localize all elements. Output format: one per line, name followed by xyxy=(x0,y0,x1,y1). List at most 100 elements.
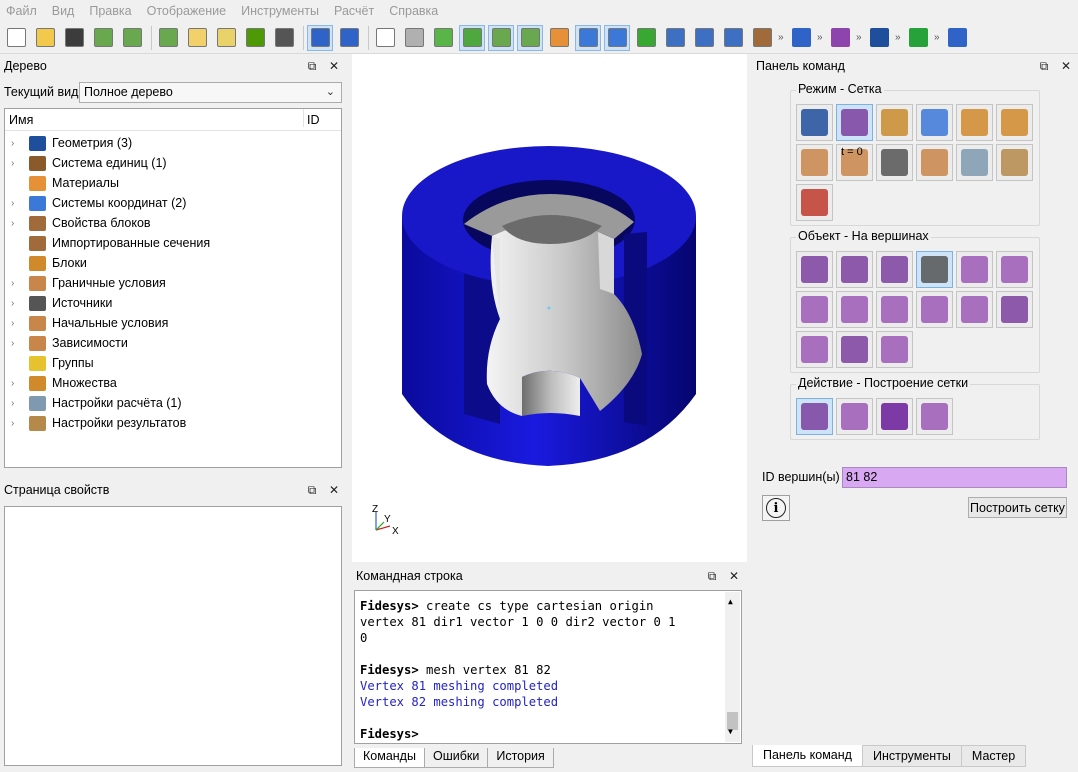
command-button[interactable] xyxy=(836,331,873,368)
float-panel-icon[interactable]: ⧉ xyxy=(304,58,320,74)
toolbar-overflow-icon[interactable]: » xyxy=(934,32,944,43)
column-name-header[interactable]: Имя xyxy=(9,113,33,127)
command-button[interactable] xyxy=(876,331,913,368)
toolbar-button[interactable] xyxy=(866,25,892,51)
toolbar-button[interactable] xyxy=(307,24,333,51)
expand-chevron-icon[interactable]: › xyxy=(11,398,21,409)
expand-chevron-icon[interactable]: › xyxy=(11,198,21,209)
build-mesh-button[interactable]: Построить сетку xyxy=(968,497,1067,518)
tree-item[interactable]: › Граничные условия xyxy=(5,273,341,293)
tree-item[interactable]: › Система единиц (1) xyxy=(5,153,341,173)
tree-item[interactable]: › Настройки результатов xyxy=(5,413,341,433)
scroll-down-icon[interactable]: ▼ xyxy=(728,724,733,740)
console-tab[interactable]: Команды xyxy=(354,748,425,768)
toolbar-button[interactable] xyxy=(372,25,398,51)
toolbar-button[interactable] xyxy=(604,24,630,51)
expand-chevron-icon[interactable]: › xyxy=(11,378,21,389)
command-button[interactable]: t = 0 xyxy=(836,144,873,181)
tree-item[interactable]: Материалы xyxy=(5,173,341,193)
toolbar-button[interactable] xyxy=(633,25,659,51)
toolbar-button[interactable] xyxy=(184,25,210,51)
expand-chevron-icon[interactable]: › xyxy=(11,318,21,329)
toolbar-button[interactable] xyxy=(691,25,717,51)
toolbar-button[interactable] xyxy=(336,25,362,51)
command-console[interactable]: Fidesys> create cs type cartesian origin… xyxy=(354,590,742,744)
expand-chevron-icon[interactable]: › xyxy=(11,418,21,429)
close-panel-icon[interactable]: ✕ xyxy=(326,58,342,74)
command-button[interactable] xyxy=(996,291,1033,328)
toolbar-button[interactable] xyxy=(459,24,485,51)
command-button[interactable] xyxy=(916,104,953,141)
command-button[interactable] xyxy=(916,144,953,181)
tree-item[interactable]: › Источники xyxy=(5,293,341,313)
view-select[interactable]: Полное дерево ⌄ xyxy=(79,82,342,103)
toolbar-button[interactable] xyxy=(944,25,970,51)
toolbar-overflow-icon[interactable]: » xyxy=(856,32,866,43)
tree-item[interactable]: › Свойства блоков xyxy=(5,213,341,233)
toolbar-button[interactable] xyxy=(517,24,543,51)
tree-item[interactable]: › Настройки расчёта (1) xyxy=(5,393,341,413)
command-button[interactable] xyxy=(876,291,913,328)
toolbar-button[interactable] xyxy=(90,25,116,51)
command-button[interactable] xyxy=(996,104,1033,141)
tree-item[interactable]: › Зависимости xyxy=(5,333,341,353)
command-button[interactable] xyxy=(996,251,1033,288)
command-button[interactable] xyxy=(796,144,833,181)
command-button[interactable] xyxy=(916,398,953,435)
tree-item[interactable]: Импортированные сечения xyxy=(5,233,341,253)
command-button[interactable] xyxy=(876,251,913,288)
menu-item[interactable]: Правка xyxy=(89,4,131,18)
toolbar-button[interactable] xyxy=(662,25,688,51)
menu-item[interactable]: Инструменты xyxy=(241,4,319,18)
command-button[interactable] xyxy=(956,104,993,141)
toolbar-button[interactable] xyxy=(430,25,456,51)
float-panel-icon[interactable]: ⧉ xyxy=(704,568,720,584)
toolbar-button[interactable] xyxy=(32,25,58,51)
menu-item[interactable]: Справка xyxy=(389,4,438,18)
panel-tab[interactable]: Инструменты xyxy=(861,745,962,767)
command-button[interactable] xyxy=(796,104,833,141)
menu-item[interactable]: Отображение xyxy=(147,4,226,18)
toolbar-button[interactable] xyxy=(155,25,181,51)
command-button[interactable] xyxy=(796,184,833,221)
toolbar-button[interactable] xyxy=(720,25,746,51)
console-tab[interactable]: Ошибки xyxy=(423,748,489,768)
expand-chevron-icon[interactable]: › xyxy=(11,298,21,309)
toolbar-overflow-icon[interactable]: » xyxy=(895,32,905,43)
console-tab[interactable]: История xyxy=(487,748,554,768)
3d-viewport[interactable]: Z Y X xyxy=(352,54,747,562)
command-button[interactable] xyxy=(916,291,953,328)
toolbar-button[interactable] xyxy=(575,24,601,51)
command-button[interactable] xyxy=(996,144,1033,181)
tree-item[interactable]: Группы xyxy=(5,353,341,373)
command-button[interactable] xyxy=(836,291,873,328)
vertex-id-input[interactable]: 81 82 xyxy=(842,467,1067,488)
close-panel-icon[interactable]: ✕ xyxy=(326,482,342,498)
expand-chevron-icon[interactable]: › xyxy=(11,278,21,289)
toolbar-button[interactable] xyxy=(827,25,853,51)
expand-chevron-icon[interactable]: › xyxy=(11,218,21,229)
tree-item[interactable]: Блоки xyxy=(5,253,341,273)
console-scrollbar[interactable]: ▲ ▼ xyxy=(725,592,740,742)
command-button[interactable] xyxy=(956,144,993,181)
command-button[interactable] xyxy=(876,144,913,181)
info-button[interactable]: i xyxy=(762,495,790,521)
command-button[interactable] xyxy=(876,104,913,141)
menu-item[interactable]: Вид xyxy=(52,4,75,18)
close-panel-icon[interactable]: ✕ xyxy=(726,568,742,584)
command-button[interactable] xyxy=(796,398,833,435)
panel-tab[interactable]: Мастер xyxy=(960,745,1027,767)
toolbar-button[interactable] xyxy=(488,24,514,51)
float-panel-icon[interactable]: ⧉ xyxy=(1036,58,1052,74)
toolbar-button[interactable] xyxy=(271,25,297,51)
toolbar-button[interactable] xyxy=(401,25,427,51)
toolbar-button[interactable] xyxy=(61,25,87,51)
toolbar-button[interactable] xyxy=(905,25,931,51)
toolbar-overflow-icon[interactable]: » xyxy=(817,32,827,43)
tree-item[interactable]: › Системы координат (2) xyxy=(5,193,341,213)
menu-item[interactable]: Расчёт xyxy=(334,4,374,18)
toolbar-button[interactable] xyxy=(788,25,814,51)
expand-chevron-icon[interactable]: › xyxy=(11,138,21,149)
command-button[interactable] xyxy=(876,398,913,435)
command-button[interactable] xyxy=(796,251,833,288)
